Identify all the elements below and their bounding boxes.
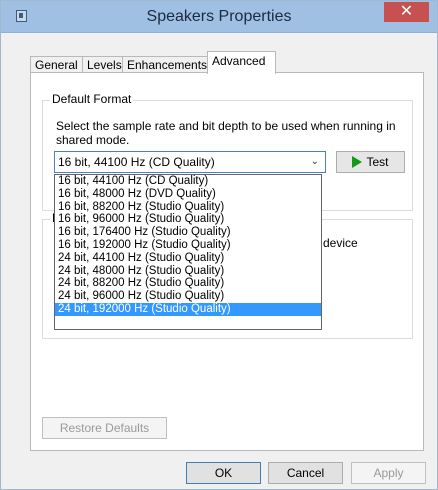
- test-button[interactable]: Test: [336, 151, 405, 173]
- option-16-88200[interactable]: 16 bit, 88200 Hz (Studio Quality): [55, 201, 321, 214]
- play-icon: [352, 156, 363, 168]
- tab-advanced[interactable]: Advanced: [207, 51, 276, 74]
- restore-defaults-button[interactable]: Restore Defaults: [42, 417, 167, 439]
- window-title: Speakers Properties: [146, 8, 292, 25]
- option-16-44100[interactable]: 16 bit, 44100 Hz (CD Quality): [55, 175, 321, 188]
- title-bar[interactable]: Speakers Properties ✕: [1, 1, 437, 33]
- tab-enhancements[interactable]: Enhancements: [122, 56, 208, 73]
- tab-general[interactable]: General: [30, 56, 83, 73]
- sample-format-selected-value: 16 bit, 44100 Hz (CD Quality): [58, 155, 215, 169]
- chevron-down-icon: ⌄: [310, 156, 319, 167]
- default-format-description: Select the sample rate and bit depth to …: [56, 119, 396, 147]
- close-button[interactable]: ✕: [384, 2, 429, 22]
- option-16-96000[interactable]: 16 bit, 96000 Hz (Studio Quality): [55, 213, 321, 226]
- test-label: Test: [366, 155, 389, 169]
- speakers-properties-window: Speakers Properties ✕ General Levels Enh…: [0, 0, 438, 490]
- option-24-44100[interactable]: 24 bit, 44100 Hz (Studio Quality): [55, 252, 321, 265]
- option-16-48000[interactable]: 16 bit, 48000 Hz (DVD Quality): [55, 188, 321, 201]
- default-format-title: Default Format: [50, 92, 134, 106]
- tab-levels[interactable]: Levels: [82, 56, 123, 73]
- option-16-192000[interactable]: 16 bit, 192000 Hz (Studio Quality): [55, 239, 321, 252]
- option-24-48000[interactable]: 24 bit, 48000 Hz (Studio Quality): [55, 265, 321, 278]
- sample-format-dropdown[interactable]: 16 bit, 44100 Hz (CD Quality) ⌄: [54, 151, 326, 173]
- sample-format-options-list[interactable]: 16 bit, 44100 Hz (CD Quality) 16 bit, 48…: [54, 174, 322, 330]
- ok-button[interactable]: OK: [186, 462, 261, 484]
- option-24-96000[interactable]: 24 bit, 96000 Hz (Studio Quality): [55, 290, 321, 303]
- apply-button[interactable]: Apply: [351, 462, 426, 484]
- option-24-192000[interactable]: 24 bit, 192000 Hz (Studio Quality): [55, 302, 321, 316]
- option-16-176400[interactable]: 16 bit, 176400 Hz (Studio Quality): [55, 226, 321, 239]
- option-24-88200[interactable]: 24 bit, 88200 Hz (Studio Quality): [55, 277, 321, 290]
- cancel-button[interactable]: Cancel: [268, 462, 343, 484]
